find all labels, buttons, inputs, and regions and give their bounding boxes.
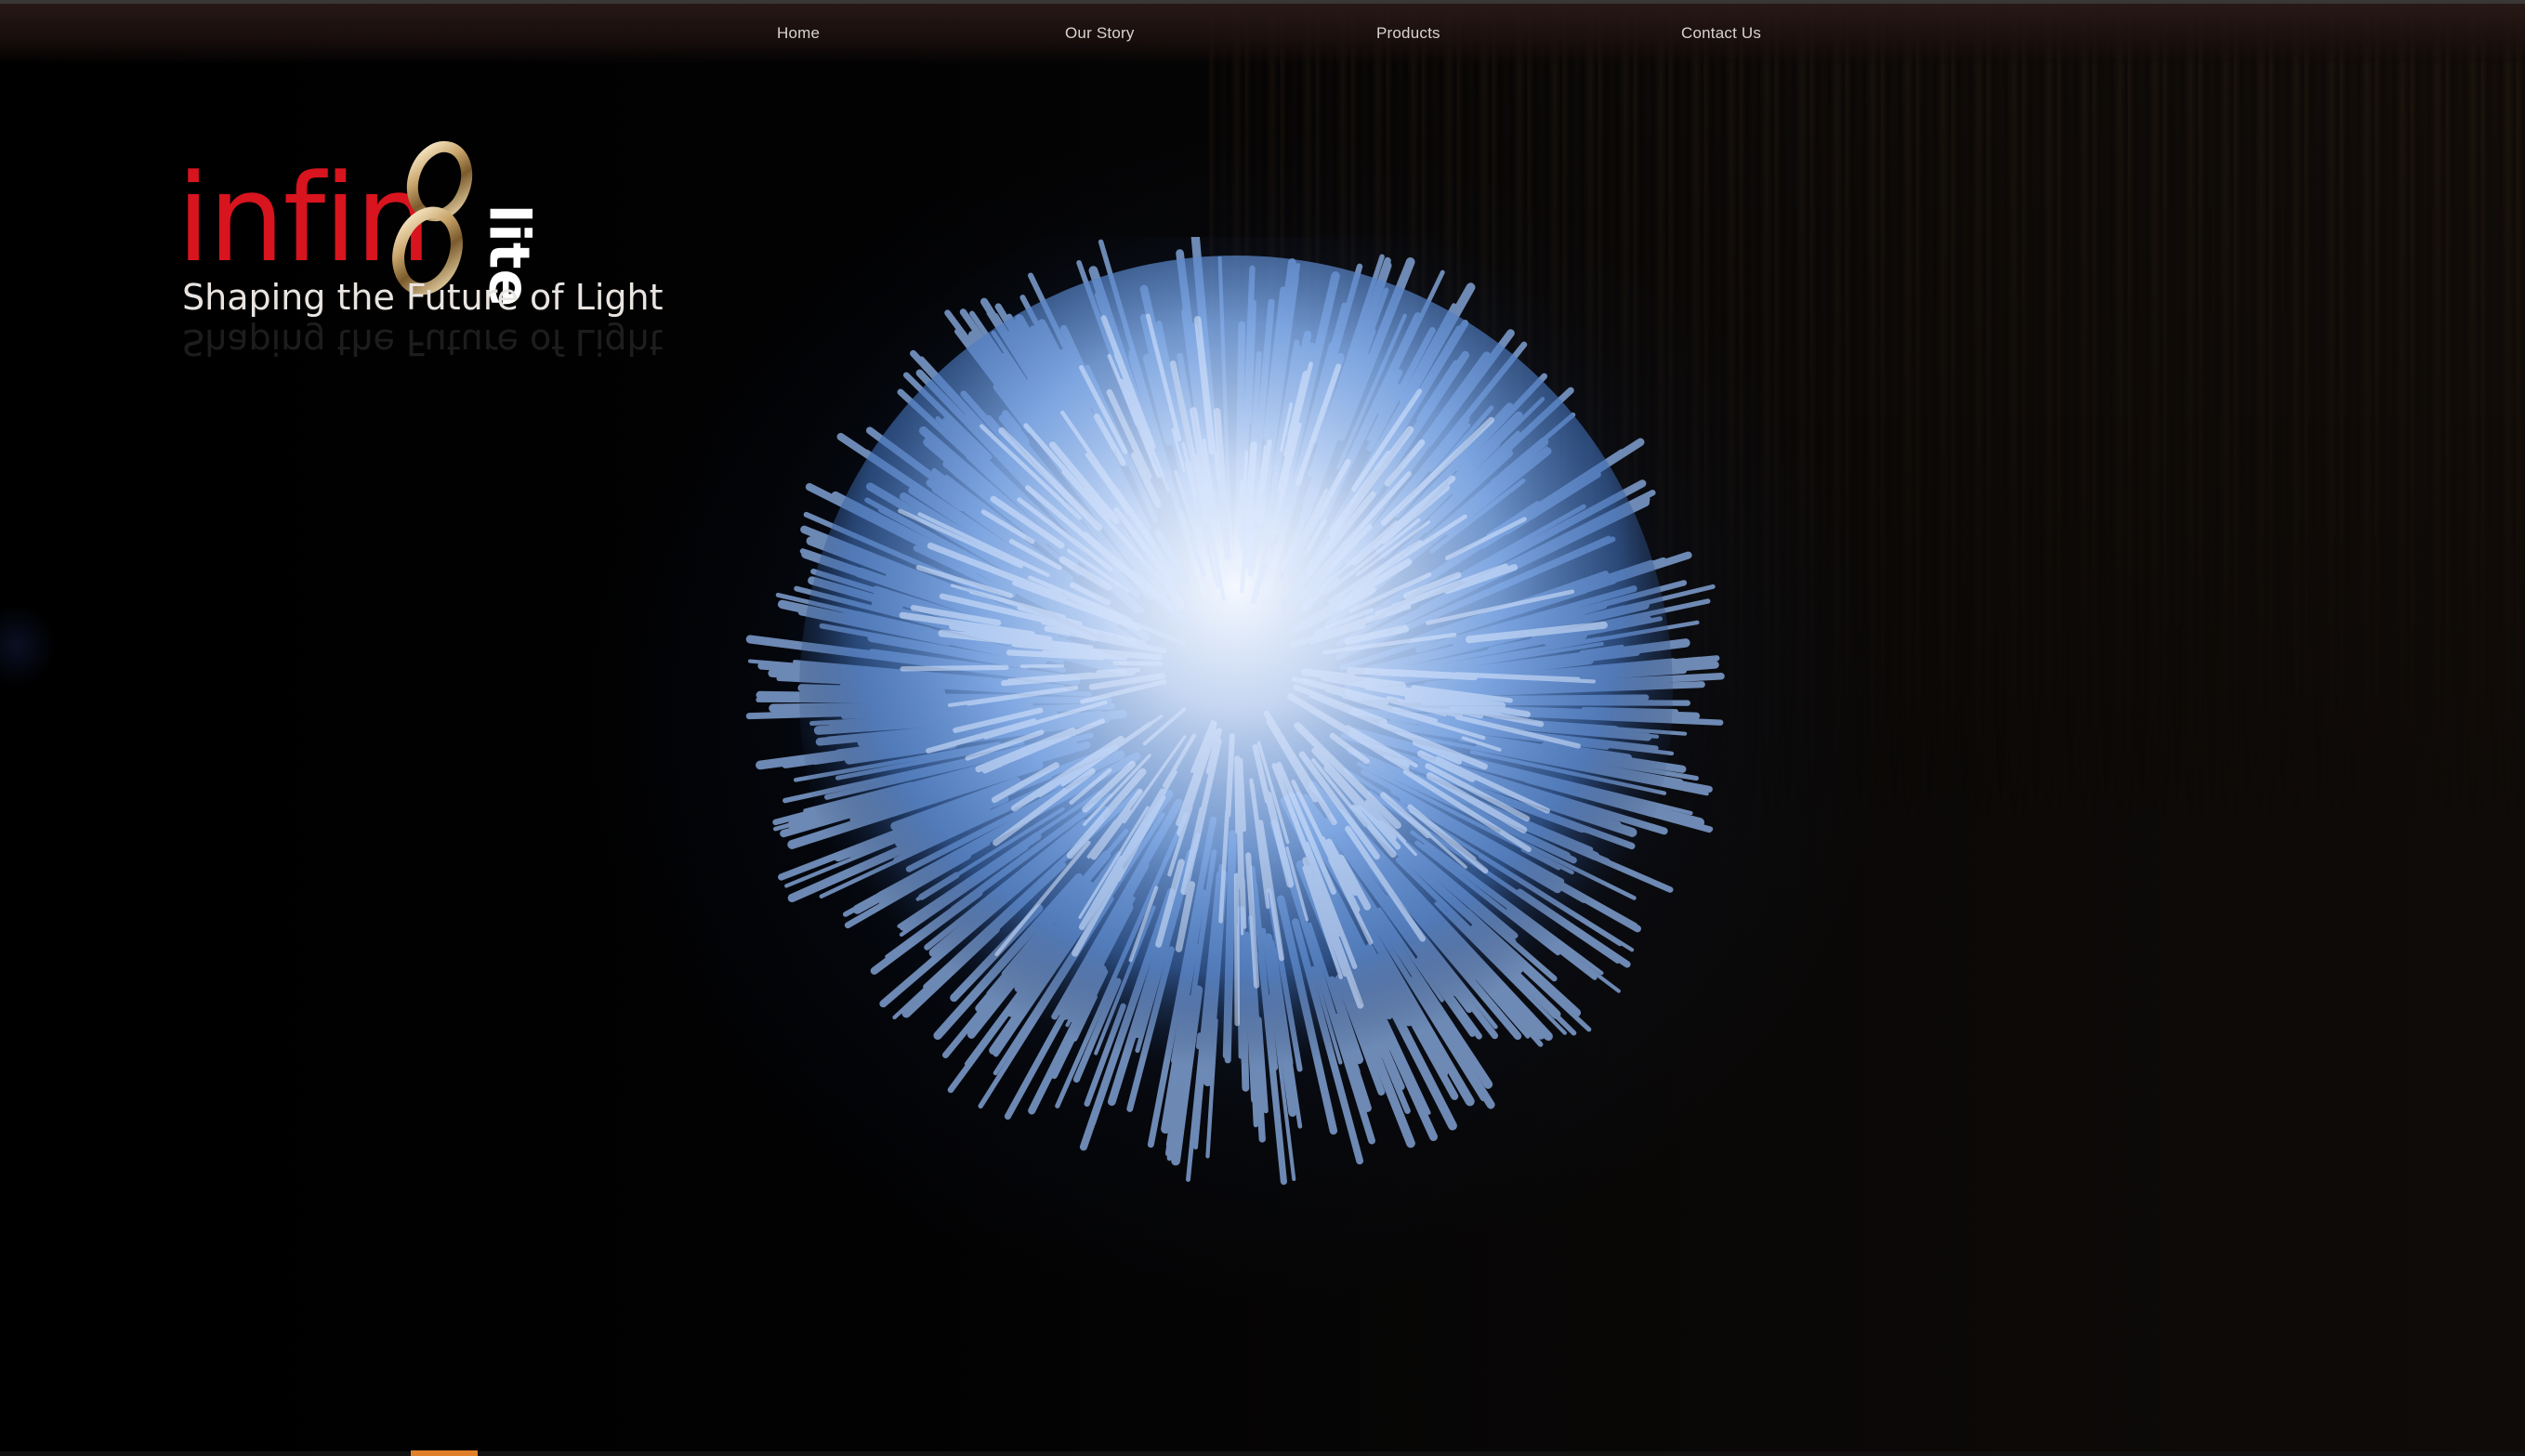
nav-our-story-link[interactable]: Our Story bbox=[1065, 24, 1135, 43]
fiber-ray-highlight bbox=[1234, 755, 1242, 834]
fiber-ray-highlight bbox=[1237, 479, 1247, 543]
bottom-bar bbox=[0, 1451, 2525, 1456]
bottom-active-indicator bbox=[411, 1450, 478, 1456]
nav-contact-us-link[interactable]: Contact Us bbox=[1681, 24, 1761, 43]
hero-fiber-optic-image bbox=[734, 237, 1738, 1203]
logo-tagline: Shaping the Future of Light bbox=[182, 277, 664, 318]
top-navigation-bar: Home Our Story Products Contact Us bbox=[0, 0, 2525, 63]
fiber-ray-highlight bbox=[1243, 493, 1255, 541]
infinity-eight-logo-icon bbox=[392, 140, 473, 295]
page: Home Our Story Products Contact Us infin… bbox=[0, 0, 2525, 1456]
brand-logo[interactable]: infin lite Shaping the Future of Light S… bbox=[177, 139, 664, 372]
nav-products-link[interactable]: Products bbox=[1376, 24, 1440, 43]
fiber-ray-highlight bbox=[900, 664, 1009, 672]
side-glow bbox=[0, 604, 56, 688]
nav-home-link[interactable]: Home bbox=[777, 24, 820, 43]
fiber-ray-highlight bbox=[1347, 666, 1408, 677]
logo-tagline-reflection: Shaping the Future of Light bbox=[182, 321, 664, 362]
